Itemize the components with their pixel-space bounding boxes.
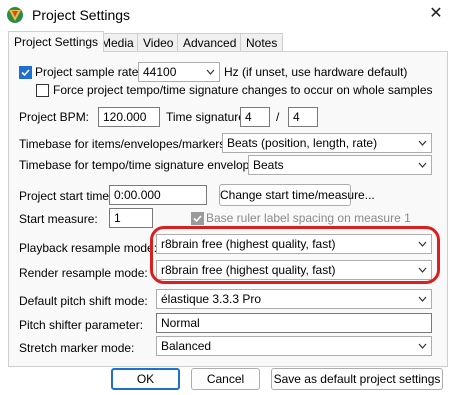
stretch-marker-value: Balanced <box>161 339 212 353</box>
sample-rate-note: Hz (if unset, use hardware default) <box>224 65 408 79</box>
timebase-tempo-label: Timebase for tempo/time signature envelo… <box>19 158 260 172</box>
start-measure-input[interactable]: 1 <box>109 208 153 228</box>
start-measure-label: Start measure: <box>19 212 98 226</box>
time-signature-label: Time signature <box>166 110 245 124</box>
time-sig-denominator-input[interactable]: 4 <box>288 107 318 127</box>
render-resample-select[interactable]: r8brain free (highest quality, fast) <box>156 260 432 280</box>
save-default-button[interactable]: Save as default project settings <box>271 368 443 390</box>
pitch-param-input[interactable]: Normal <box>156 313 432 333</box>
chevron-down-icon <box>418 343 427 349</box>
pitch-shift-value: élastique 3.3.3 Pro <box>161 292 262 306</box>
render-resample-value: r8brain free (highest quality, fast) <box>161 263 336 277</box>
tab-notes[interactable]: Notes <box>240 33 284 51</box>
timebase-tempo-value: Beats <box>253 158 284 172</box>
chevron-down-icon <box>206 69 215 75</box>
sample-rate-value: 44100 <box>143 65 177 79</box>
pitch-param-label: Pitch shifter parameter: <box>19 318 144 332</box>
tab-advanced[interactable]: Advanced <box>177 33 243 51</box>
stretch-marker-label: Stretch marker mode: <box>19 341 135 355</box>
playback-resample-label: Playback resample mode: <box>19 241 158 255</box>
bpm-label: Project BPM: <box>19 110 90 124</box>
time-sig-numerator-input[interactable]: 4 <box>240 107 270 127</box>
playback-resample-value: r8brain free (highest quality, fast) <box>161 237 336 251</box>
close-icon[interactable]: ✕ <box>426 4 446 24</box>
reaper-logo-icon <box>6 6 24 24</box>
start-time-input[interactable]: 0:00.000 <box>109 185 207 205</box>
timebase-items-value: Beats (position, length, rate) <box>227 136 378 150</box>
chevron-down-icon <box>418 241 427 247</box>
tab-video[interactable]: Video <box>137 33 180 51</box>
pitch-shift-label: Default pitch shift mode: <box>19 294 148 308</box>
sample-rate-checkbox[interactable] <box>19 66 32 79</box>
time-sig-slash: / <box>276 110 280 124</box>
start-time-label: Project start time: <box>19 189 113 203</box>
timebase-tempo-select[interactable]: Beats <box>248 155 432 175</box>
pitch-shift-select[interactable]: élastique 3.3.3 Pro <box>156 289 432 309</box>
stretch-marker-select[interactable]: Balanced <box>156 336 432 356</box>
chevron-down-icon <box>418 296 427 302</box>
timebase-items-label: Timebase for items/envelopes/markers: <box>19 137 229 151</box>
force-tempo-checkbox[interactable] <box>36 84 49 97</box>
ruler-spacing-checkbox[interactable] <box>191 212 204 225</box>
sample-rate-label: Project sample rate: <box>35 65 142 79</box>
change-start-time-button[interactable]: Change start time/measure... <box>219 184 375 206</box>
chevron-down-icon <box>418 267 427 273</box>
chevron-down-icon <box>418 140 427 146</box>
render-resample-label: Render resample mode: <box>19 266 148 280</box>
chevron-down-icon <box>418 162 427 168</box>
playback-resample-select[interactable]: r8brain free (highest quality, fast) <box>156 234 432 254</box>
ruler-spacing-label: Base ruler label spacing on measure 1 <box>206 211 411 225</box>
bpm-input[interactable]: 120.000 <box>98 107 160 127</box>
force-tempo-label: Force project tempo/time signature chang… <box>53 83 433 97</box>
timebase-items-select[interactable]: Beats (position, length, rate) <box>222 133 432 153</box>
ok-button[interactable]: OK <box>111 368 180 390</box>
cancel-button[interactable]: Cancel <box>191 368 260 390</box>
window-title: Project Settings <box>32 7 131 23</box>
tab-project-settings[interactable]: Project Settings <box>8 31 105 52</box>
sample-rate-select[interactable]: 44100 <box>138 62 220 82</box>
